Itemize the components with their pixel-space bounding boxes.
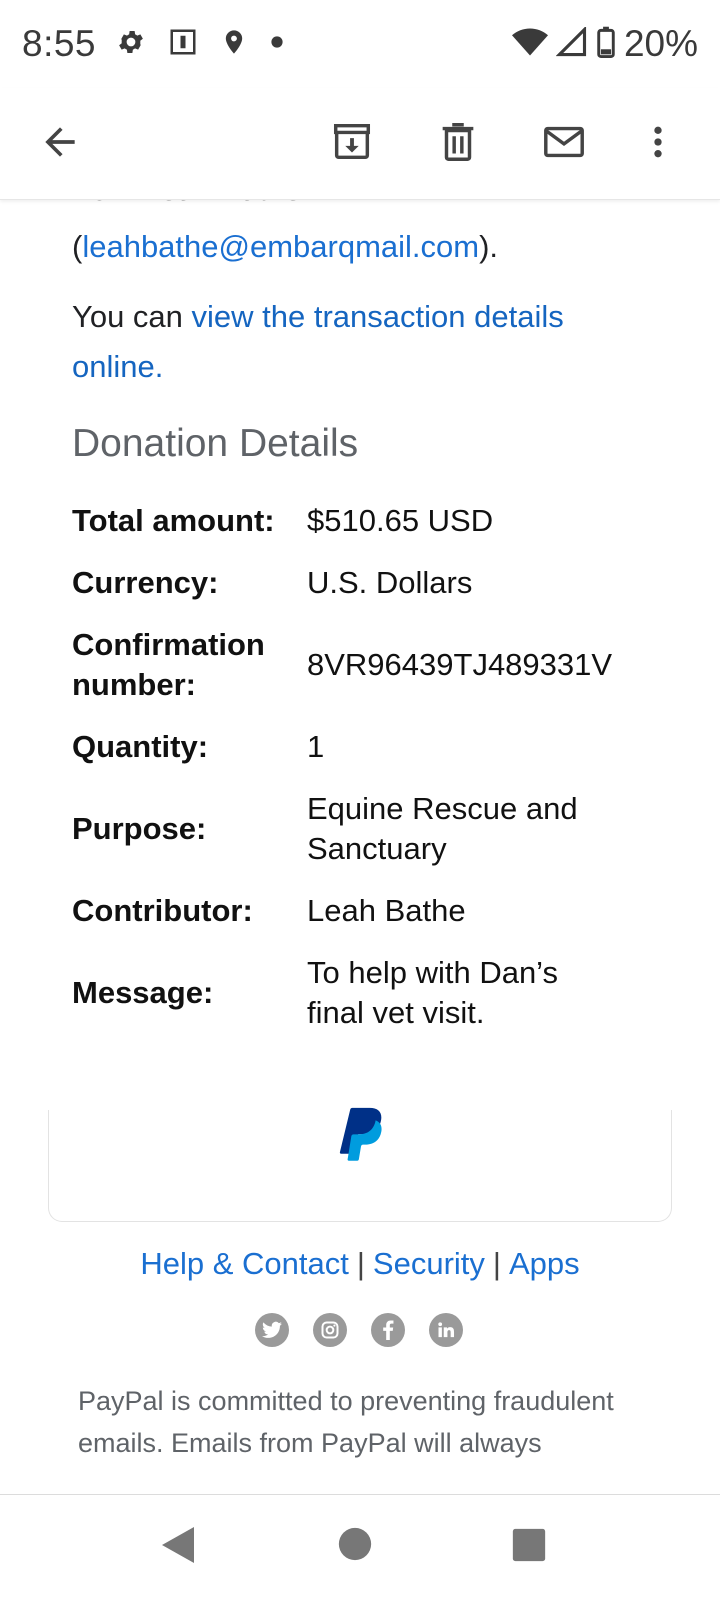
archive-icon: [329, 119, 375, 170]
detail-value: Equine Rescue and Sanctuary: [307, 791, 578, 866]
location-icon: [220, 27, 248, 62]
status-bar: 8:55 20%: [0, 0, 720, 88]
archive-button[interactable]: [320, 112, 384, 176]
paren-close: ).: [479, 229, 499, 264]
back-button[interactable]: [28, 112, 92, 176]
section-title: Donation Details: [72, 422, 359, 465]
sender-line-clipped: from Leah Bathe: [72, 200, 301, 208]
linkedin-icon[interactable]: [429, 1313, 463, 1347]
detail-row: Total amount: $510.65 USD: [72, 490, 682, 552]
detail-value: 1: [307, 729, 325, 764]
detail-label: Currency:: [72, 565, 219, 600]
facebook-icon[interactable]: [371, 1313, 405, 1347]
security-link[interactable]: Security: [373, 1246, 485, 1281]
app-bar: [0, 88, 720, 200]
detail-row: Quantity: 1: [72, 716, 682, 778]
sender-email-link[interactable]: leahbathe@embarqmail.com: [82, 229, 479, 264]
nav-recents-button[interactable]: [512, 1528, 546, 1567]
gear-icon: [116, 27, 146, 62]
mark-unread-icon: [540, 119, 588, 170]
signal-icon: [555, 25, 588, 62]
delete-button[interactable]: [426, 112, 490, 176]
circle-home-icon: [338, 1527, 372, 1565]
status-icons-right: 20%: [511, 23, 698, 65]
detail-value: 8VR96439TJ489331V: [307, 647, 613, 682]
status-icons-left: [116, 27, 284, 62]
triangle-back-icon: [160, 1527, 196, 1569]
nav-back-button[interactable]: [160, 1525, 196, 1570]
sim-icon: [168, 27, 198, 62]
twitter-icon[interactable]: [255, 1313, 289, 1347]
view-prefix: You can: [72, 299, 192, 334]
footer-separator: |: [492, 1246, 501, 1281]
detail-value: Leah Bathe: [307, 893, 466, 928]
footer-separator: |: [356, 1246, 365, 1281]
detail-row: Purpose: Equine Rescue and Sanctuary: [72, 778, 682, 880]
detail-value: $510.65 USD: [307, 503, 494, 538]
donation-details-table: Total amount: $510.65 USD Currency: U.S.…: [72, 490, 682, 1044]
sender-email-line: (leahbathe@embarqmail.com).: [72, 222, 662, 272]
social-icons: [255, 1313, 463, 1347]
paren-open: (: [72, 229, 83, 264]
instagram-icon[interactable]: [313, 1313, 347, 1347]
detail-label: Message:: [72, 975, 214, 1010]
footer-links: Help & Contact | Security | Apps: [0, 1246, 720, 1282]
help-contact-link[interactable]: Help & Contact: [140, 1246, 349, 1281]
mark-unread-button[interactable]: [532, 112, 596, 176]
system-nav-bar: [0, 1494, 720, 1600]
detail-row: Confirmation number: 8VR96439TJ489331V: [72, 614, 682, 716]
dot-icon: [270, 35, 284, 54]
battery-icon: [596, 26, 616, 63]
back-arrow-icon: [38, 120, 82, 169]
battery-percent: 20%: [623, 23, 698, 64]
delete-icon: [435, 119, 481, 170]
detail-row: Contributor: Leah Bathe: [72, 880, 682, 942]
disclaimer-text: PayPal is committed to preventing fraudu…: [78, 1386, 614, 1458]
detail-label: Purpose:: [72, 811, 207, 846]
detail-label: Total amount:: [72, 503, 275, 538]
detail-value: To help with Dan’s final vet visit.: [307, 955, 559, 1030]
detail-label: Confirmation number:: [72, 627, 265, 702]
detail-row: Message: To help with Dan’s final vet vi…: [72, 942, 682, 1044]
status-time: 8:55: [22, 23, 97, 64]
nav-home-button[interactable]: [338, 1527, 372, 1566]
detail-label: Quantity:: [72, 729, 209, 764]
wifi-icon: [511, 27, 548, 62]
detail-value: U.S. Dollars: [307, 565, 473, 600]
apps-link[interactable]: Apps: [509, 1246, 580, 1281]
square-recents-icon: [512, 1528, 546, 1566]
email-body: from Leah Bathe (leahbathe@embarqmail.co…: [0, 200, 720, 1494]
view-details-paragraph: You can view the transaction details onl…: [72, 292, 662, 392]
detail-label: Contributor:: [72, 893, 253, 928]
more-vert-icon: [638, 119, 678, 170]
paypal-logo-icon: [334, 1106, 386, 1169]
detail-row: Currency: U.S. Dollars: [72, 552, 682, 614]
more-options-button[interactable]: [626, 112, 690, 176]
